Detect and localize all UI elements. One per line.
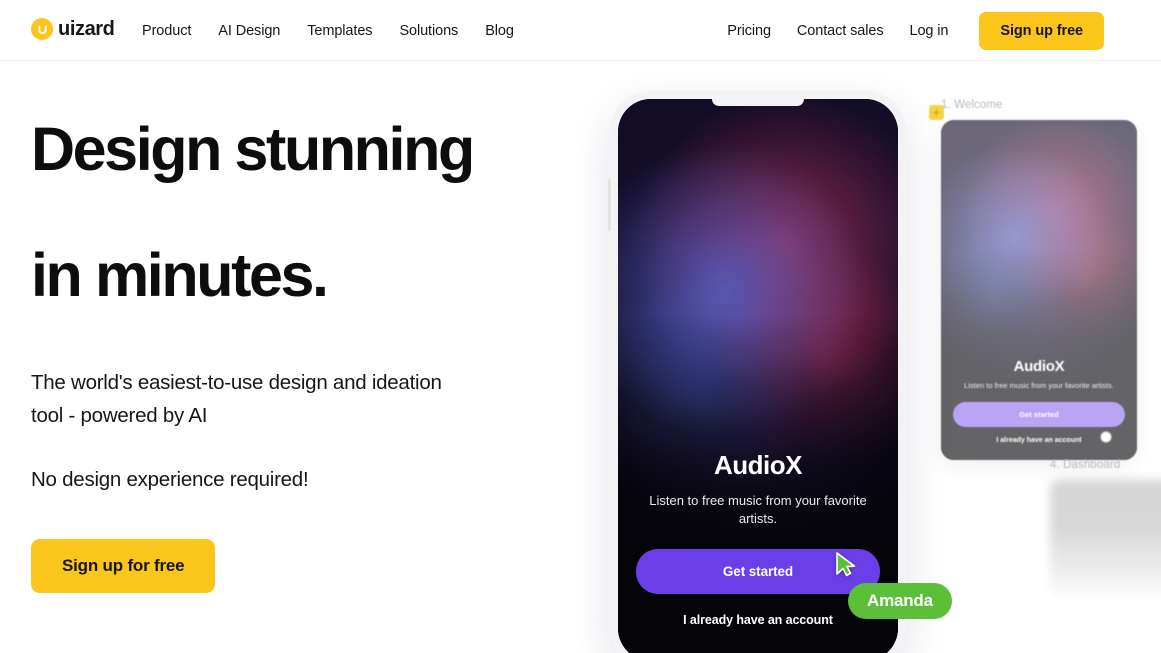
preview-existing-account-link[interactable]: I already have an account xyxy=(953,437,1125,444)
hero-subtitle: The world's easiest-to-use design and id… xyxy=(31,371,442,428)
app-title: AudioX xyxy=(714,450,803,481)
nav-item-templates[interactable]: Templates xyxy=(307,23,372,39)
hero-visual: 1. Welcome AudioX Listen to free music f… xyxy=(560,61,1161,653)
phone-mockup: AudioX Listen to free music from your fa… xyxy=(608,91,906,653)
preview-get-started-button[interactable]: Get started xyxy=(953,402,1125,427)
nav-item-solutions[interactable]: Solutions xyxy=(399,23,458,39)
preview-app-subtitle: Listen to free music from your favorite … xyxy=(964,380,1114,390)
hero-section: Design stunning in minutes. The world's … xyxy=(0,61,1161,653)
site-header: uizard Product AI Design Templates Solut… xyxy=(0,0,1161,61)
nav-item-contact-sales[interactable]: Contact sales xyxy=(797,23,884,39)
preview-card-dashboard[interactable]: 4. Dashboard xyxy=(1050,459,1161,600)
nav-item-ai-design[interactable]: AI Design xyxy=(218,23,280,39)
secondary-navigation: Pricing Contact sales Log in Sign up fre… xyxy=(727,0,1104,61)
brand-logo[interactable]: uizard xyxy=(31,18,115,40)
hero-title-line-1: Design stunning xyxy=(31,115,475,183)
nav-item-blog[interactable]: Blog xyxy=(485,23,514,39)
preview-badge-icon xyxy=(929,105,944,120)
preview-label-welcome: 1. Welcome xyxy=(941,99,1003,111)
nav-item-log-in[interactable]: Log in xyxy=(909,23,948,39)
hero-subtitle-2: No design experience required! xyxy=(31,468,309,492)
nav-item-pricing[interactable]: Pricing xyxy=(727,23,771,39)
brand-name: uizard xyxy=(58,18,115,40)
phone-side-button xyxy=(608,179,611,231)
preview-app-title: AudioX xyxy=(1013,357,1065,375)
app-subtitle: Listen to free music from your favorite … xyxy=(649,493,867,527)
preview-frame-dashboard xyxy=(1050,480,1161,600)
signup-free-button[interactable]: Sign up free xyxy=(979,11,1104,50)
page-title: Design stunning in minutes. xyxy=(31,119,551,306)
hero-copy: Design stunning in minutes. The world's … xyxy=(31,119,551,594)
uizard-logo-icon xyxy=(31,18,53,40)
phone-notch xyxy=(712,99,804,106)
cursor-name-tag: Amanda xyxy=(848,583,952,619)
preview-card-welcome[interactable]: 1. Welcome AudioX Listen to free music f… xyxy=(929,99,1137,460)
signup-for-free-button[interactable]: Sign up for free xyxy=(31,539,216,594)
hero-title-line-2: in minutes. xyxy=(31,241,329,309)
nav-item-product[interactable]: Product xyxy=(142,23,191,39)
existing-account-link[interactable]: I already have an account xyxy=(636,613,880,627)
cursor-arrow-icon xyxy=(836,552,856,577)
preview-selection-handle[interactable] xyxy=(1101,432,1111,442)
preview-app-content: AudioX Listen to free music from your fa… xyxy=(941,358,1137,460)
primary-navigation: Product AI Design Templates Solutions Bl… xyxy=(142,0,514,61)
preview-label-dashboard: 4. Dashboard xyxy=(1050,459,1121,471)
preview-frame-welcome: AudioX Listen to free music from your fa… xyxy=(941,120,1137,460)
